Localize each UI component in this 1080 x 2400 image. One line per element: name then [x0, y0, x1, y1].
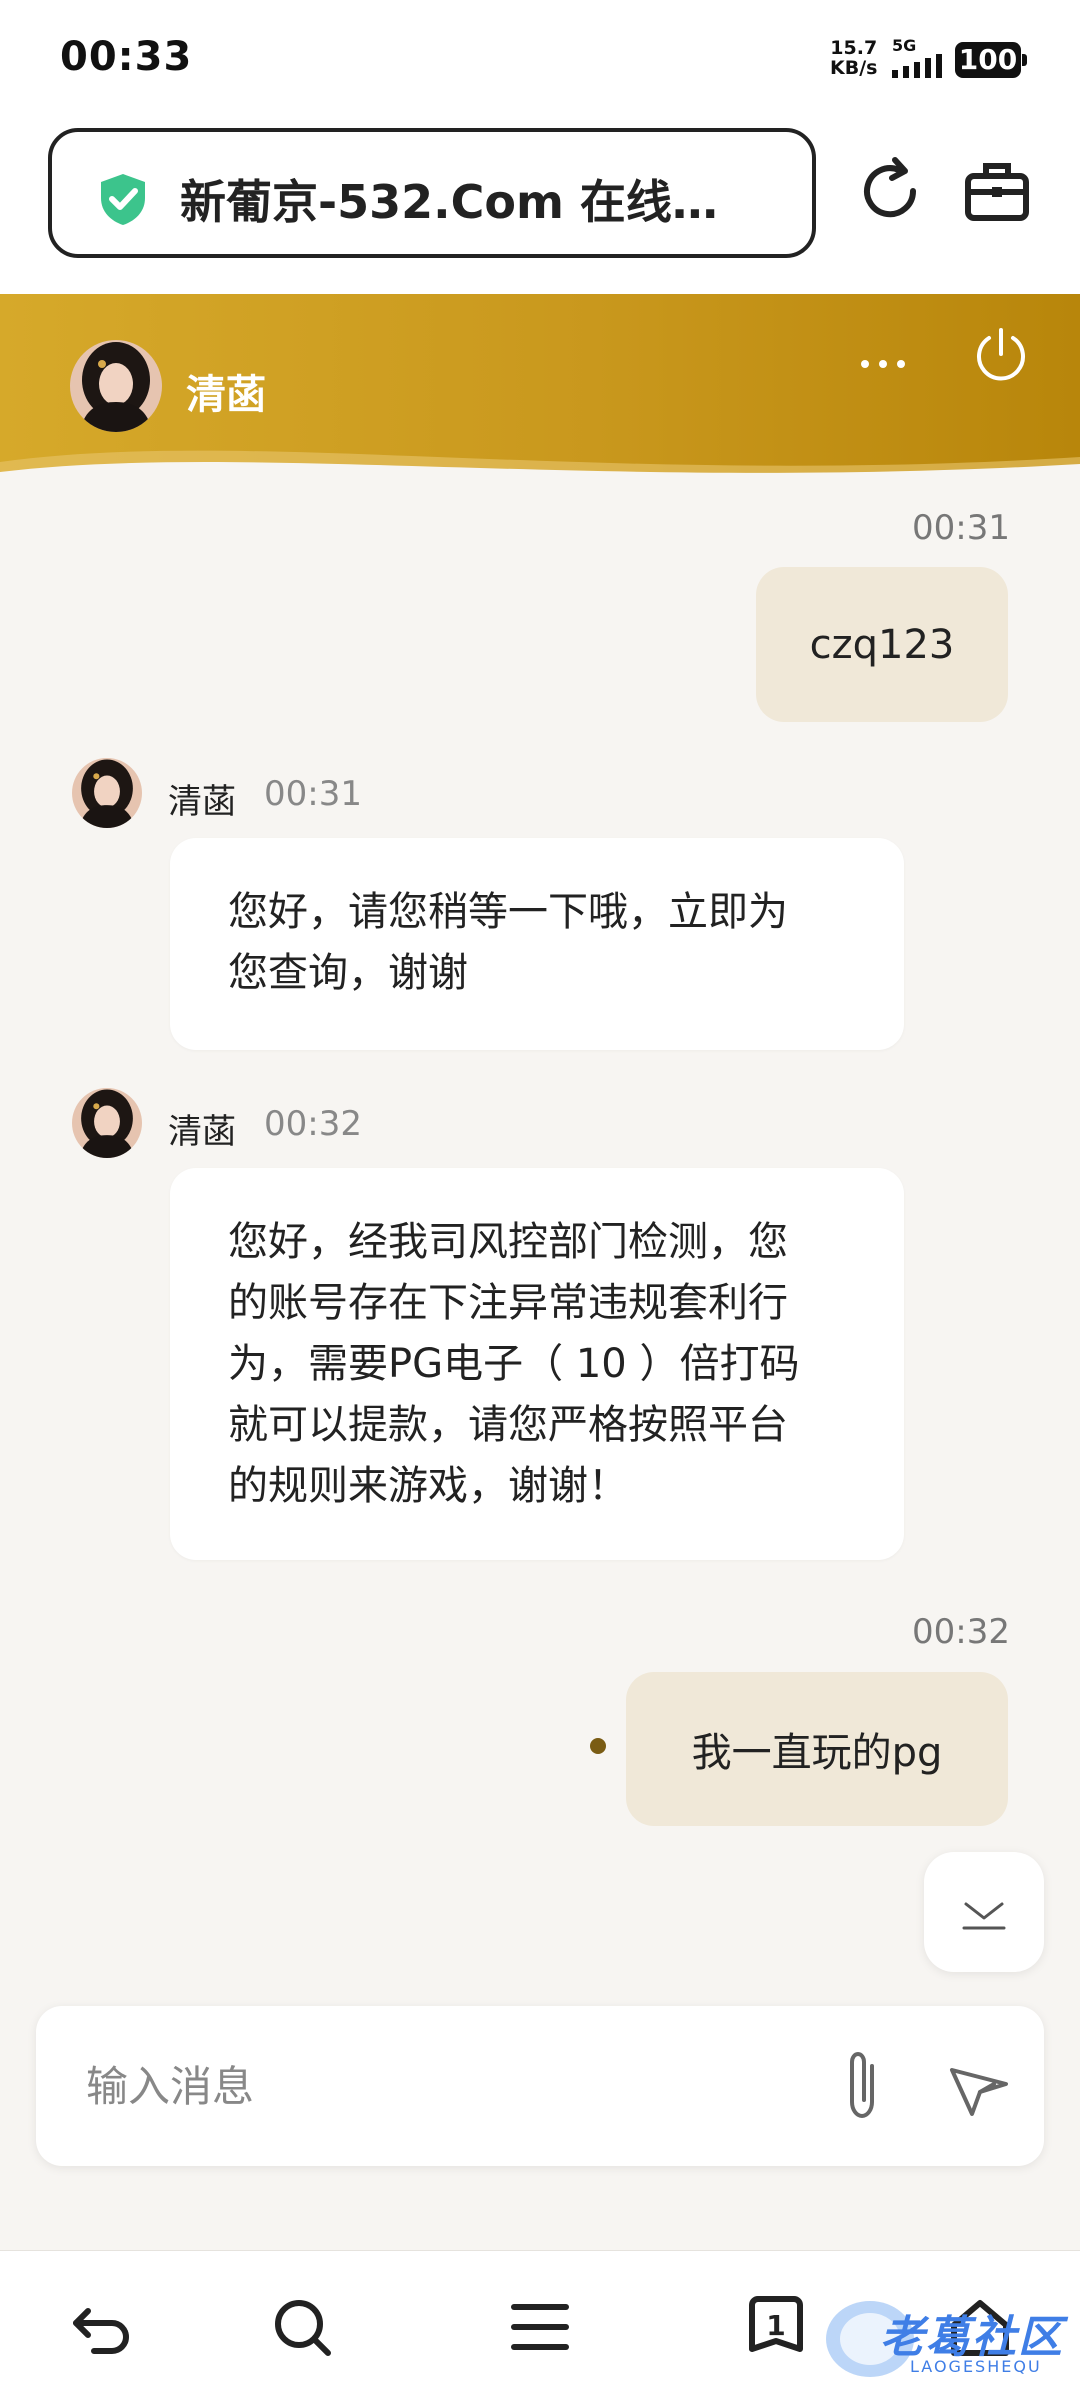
agent-message-name: 清菡 [168, 782, 236, 822]
url-title: 新葡京-532.Com 在线… [180, 175, 718, 229]
toolbox-icon[interactable] [962, 156, 1032, 226]
menu-icon[interactable] [504, 2291, 576, 2363]
network-type: 5G [892, 36, 917, 55]
agent-message-bubble: 您好，经我司风控部门检测，您 的账号存在下注异常违规套利行 为，需要PG电子（ … [170, 1168, 904, 1560]
message-status-dot [590, 1738, 606, 1754]
tab-count: 1 [766, 2309, 786, 2342]
agent-avatar [70, 340, 162, 432]
watermark-text: 老葛社区 [880, 2312, 1064, 2363]
watermark-logo: 老葛社区 LAOGESHEQU [820, 2287, 1070, 2387]
search-icon[interactable] [266, 2291, 338, 2363]
agent-message-avatar [72, 1088, 142, 1158]
message-line: 您查询，谢谢 [228, 950, 468, 996]
user-message-bubble: 我一直玩的pg [626, 1672, 1008, 1826]
header-wave [0, 450, 1080, 500]
browser-toolbar: 新葡京-532.Com 在线… [0, 118, 1080, 294]
message-line: 为，需要PG电子（ 10 ）倍打码 [228, 1341, 800, 1387]
chevron-down-icon [962, 1902, 1006, 1930]
message-time: 00:31 [264, 774, 362, 814]
reload-icon[interactable] [855, 156, 925, 226]
message-time: 00:31 [912, 508, 1010, 548]
message-time: 00:32 [912, 1612, 1010, 1652]
power-icon[interactable] [970, 324, 1032, 386]
agent-message-bubble: 您好，请您稍等一下哦，立即为 您查询，谢谢 [170, 838, 904, 1050]
message-line: 您好，请您稍等一下哦，立即为 [228, 889, 788, 935]
message-time: 00:32 [264, 1104, 362, 1144]
send-icon[interactable] [936, 2044, 1020, 2128]
paperclip-icon[interactable] [820, 2044, 904, 2128]
watermark-subtext: LAOGESHEQU [910, 2357, 1042, 2376]
user-message-bubble: czq123 [756, 567, 1008, 722]
battery-indicator: 100 [955, 42, 1027, 78]
tabs-button[interactable]: 1 [740, 2291, 812, 2363]
status-time: 00:33 [60, 34, 193, 80]
chat-header: 清菡 [0, 294, 1080, 500]
address-bar[interactable]: 新葡京-532.Com 在线… [48, 128, 816, 258]
browser-bottom-nav: 1 老葛社区 LAOGESHEQU [0, 2250, 1080, 2400]
message-input[interactable] [86, 2046, 786, 2126]
scroll-to-bottom-button[interactable] [924, 1852, 1044, 1972]
agent-message-avatar [72, 758, 142, 828]
message-line: 您好，经我司风控部门检测，您 [228, 1219, 788, 1265]
status-bar: 00:33 15.7 KB/s 5G 100 [0, 0, 1080, 118]
message-line: 就可以提款，请您严格按照平台 [228, 1402, 788, 1448]
message-line: 的规则来游戏，谢谢！ [228, 1463, 628, 1509]
message-composer [36, 2006, 1044, 2166]
signal-icon [892, 54, 942, 78]
back-icon[interactable] [66, 2291, 138, 2363]
network-speed: 15.7 KB/s [830, 37, 878, 79]
message-line: 的账号存在下注异常违规套利行 [228, 1280, 788, 1326]
agent-name: 清菡 [186, 372, 266, 418]
more-icon[interactable] [850, 344, 916, 384]
agent-message-name: 清菡 [168, 1112, 236, 1152]
shield-check-icon [101, 174, 145, 225]
